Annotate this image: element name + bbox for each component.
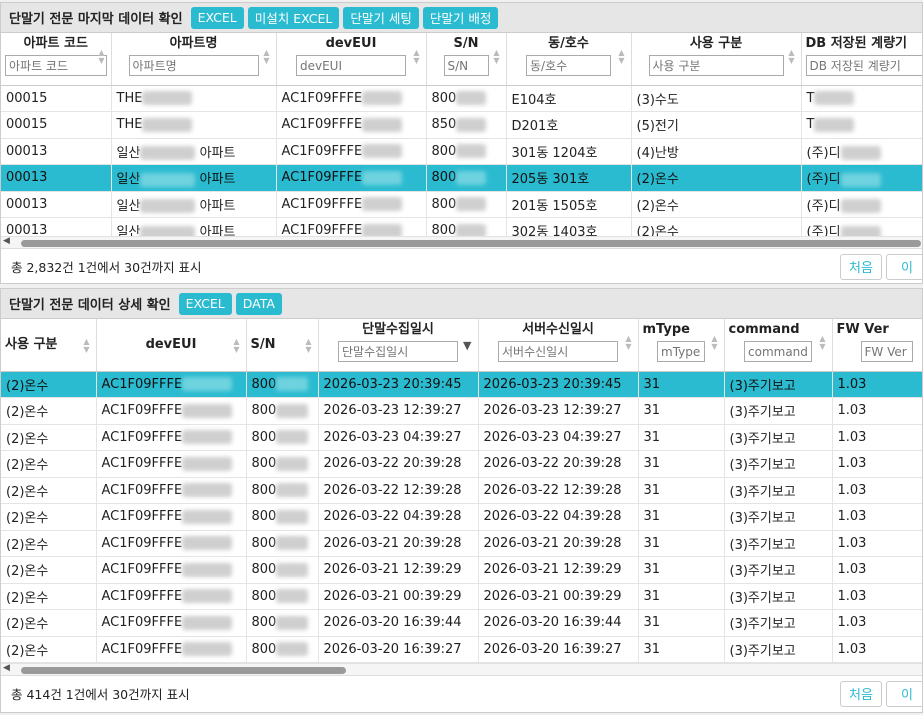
grid-footer: 총 2,832건 1건에서 30건까지 표시 처음 이 xyxy=(1,248,922,283)
table-row[interactable]: 00015 THE AC1F09FFFE 850 D201호 (5)전기 T xyxy=(1,111,922,139)
col-deveui[interactable]: devEUI▲▼ xyxy=(96,319,247,372)
record-count-text: 총 414건 1건에서 30건까지 표시 xyxy=(11,687,190,702)
table-row[interactable]: (2)온수 AC1F09FFFE 800 2026-03-22 04:39:28… xyxy=(1,503,922,531)
sort-arrows-icon[interactable]: ▲ ▼ xyxy=(618,49,624,65)
panel-title: 단말기 전문 마지막 데이터 확인 xyxy=(9,12,183,27)
sort-arrows-icon[interactable]: ▲ ▼ xyxy=(493,49,499,65)
table-row[interactable]: (2)온수 AC1F09FFFE 800 2026-03-22 20:39:28… xyxy=(1,450,922,478)
table-row[interactable]: 00013 일산 아파트 AC1F09FFFE 800 302동 1403호 (… xyxy=(1,217,922,236)
first-page-button[interactable]: 처음 xyxy=(840,680,882,707)
detail-data-panel-header: 단말기 전문 데이터 상세 확인 EXCEL DATA xyxy=(1,289,922,319)
col-usage-type[interactable]: 사용 구분▲▼ xyxy=(1,319,97,372)
table-row[interactable]: (2)온수 AC1F09FFFE 800 2026-03-23 12:39:27… xyxy=(1,397,922,425)
filter-apt-code[interactable] xyxy=(5,55,107,76)
detail-data-table: 사용 구분▲▼ devEUI▲▼ S/N▲▼ 단말수집일시▼ 서버수신일시▲▼ … xyxy=(1,319,922,663)
sort-arrows-icon[interactable]: ▲ ▼ xyxy=(788,49,794,65)
filter-deveui[interactable] xyxy=(296,55,406,76)
col-mtype[interactable]: mType▲▼ xyxy=(638,319,725,372)
pager: 처음 이 xyxy=(840,253,922,280)
table-row[interactable]: (2)온수 AC1F09FFFE 800 2026-03-22 12:39:28… xyxy=(1,477,922,504)
header-row: 아파트 코드▲▼ 아파트명▲▼ devEUI▲▼ S/N▲▼ 동/호수▲▼ 사용… xyxy=(1,33,922,86)
table-row[interactable]: 00015 THE AC1F09FFFE 800 E104호 (3)수도 T xyxy=(1,85,922,112)
filter-fw-ver[interactable] xyxy=(860,341,913,362)
table-row[interactable]: 00013 일산 아파트 AC1F09FFFE 800 301동 1204호 (… xyxy=(1,138,922,165)
filter-sn[interactable] xyxy=(443,55,489,76)
scrollbar-thumb[interactable] xyxy=(21,240,921,247)
last-data-panel-header: 단말기 전문 마지막 데이터 확인 EXCEL 미설치 EXCEL 단말기 세팅… xyxy=(1,3,922,33)
sort-arrows-icon[interactable]: ▲ ▼ xyxy=(98,49,104,65)
filter-usage-type[interactable] xyxy=(648,55,784,76)
last-data-panel: 단말기 전문 마지막 데이터 확인 EXCEL 미설치 EXCEL 단말기 세팅… xyxy=(0,2,923,284)
col-usage-type[interactable]: 사용 구분▲▼ xyxy=(631,33,802,86)
col-command[interactable]: command▲▼ xyxy=(724,319,833,372)
table-row[interactable]: (2)온수 AC1F09FFFE 800 2026-03-21 20:39:28… xyxy=(1,530,922,557)
excel-button[interactable]: EXCEL xyxy=(178,292,232,315)
horizontal-scrollbar[interactable]: ◀ xyxy=(1,663,922,675)
table-row[interactable]: (2)온수 AC1F09FFFE 800 2026-03-23 04:39:27… xyxy=(1,424,922,451)
sort-arrows-icon[interactable]: ▲ ▼ xyxy=(625,335,631,351)
filter-mtype[interactable] xyxy=(657,341,705,362)
col-apt-code[interactable]: 아파트 코드▲▼ xyxy=(1,33,112,86)
table-row[interactable]: (2)온수 AC1F09FFFE 800 2026-03-21 00:39:29… xyxy=(1,583,922,610)
uninstalled-excel-button[interactable]: 미설치 EXCEL xyxy=(247,6,340,29)
filter-server-time[interactable] xyxy=(498,341,618,362)
scrollbar-thumb[interactable] xyxy=(21,667,346,674)
col-dong-ho[interactable]: 동/호수▲▼ xyxy=(506,33,632,86)
sort-arrows-icon[interactable]: ▲ ▼ xyxy=(819,335,825,351)
col-sn[interactable]: S/N▲▼ xyxy=(426,33,507,86)
sort-arrows-icon[interactable]: ▲ ▼ xyxy=(711,335,717,351)
filter-apt-name[interactable] xyxy=(128,55,259,76)
col-server-time[interactable]: 서버수신일시▲▼ xyxy=(478,319,639,372)
scroll-left-arrow-icon[interactable]: ◀ xyxy=(3,663,10,673)
sort-desc-icon[interactable]: ▼ xyxy=(463,340,471,351)
terminal-assign-button[interactable]: 단말기 배정 xyxy=(422,6,499,29)
sort-arrows-icon[interactable]: ▲ ▼ xyxy=(413,49,419,65)
sort-arrows-icon[interactable]: ▲ ▼ xyxy=(263,49,269,65)
table-row[interactable]: (2)온수 AC1F09FFFE 800 2026-03-21 12:39:29… xyxy=(1,556,922,584)
terminal-setting-button[interactable]: 단말기 세팅 xyxy=(343,6,419,29)
col-db-meter[interactable]: DB 저장된 계량기 xyxy=(801,33,922,86)
prev-page-button[interactable]: 이 xyxy=(886,253,922,280)
col-deveui[interactable]: devEUI▲▼ xyxy=(276,33,427,86)
last-data-grid: 아파트 코드▲▼ 아파트명▲▼ devEUI▲▼ S/N▲▼ 동/호수▲▼ 사용… xyxy=(1,33,922,236)
table-row[interactable]: (2)온수 AC1F09FFFE 800 2026-03-20 16:39:44… xyxy=(1,609,922,637)
filter-dong-ho[interactable] xyxy=(526,55,611,76)
panel-title: 단말기 전문 데이터 상세 확인 xyxy=(9,298,171,313)
header-row: 사용 구분▲▼ devEUI▲▼ S/N▲▼ 단말수집일시▼ 서버수신일시▲▼ … xyxy=(1,319,922,372)
detail-data-grid: 사용 구분▲▼ devEUI▲▼ S/N▲▼ 단말수집일시▼ 서버수신일시▲▼ … xyxy=(1,319,922,663)
horizontal-scrollbar[interactable]: ◀ xyxy=(1,236,922,248)
col-apt-name[interactable]: 아파트명▲▼ xyxy=(111,33,277,86)
col-fw-ver[interactable]: FW Ver xyxy=(832,319,922,372)
col-terminal-time[interactable]: 단말수집일시▼ xyxy=(318,319,479,372)
scroll-left-arrow-icon[interactable]: ◀ xyxy=(3,236,10,246)
col-sn[interactable]: S/N▲▼ xyxy=(246,319,319,372)
table-row[interactable]: (2)온수 AC1F09FFFE 800 2026-03-20 16:39:27… xyxy=(1,636,922,663)
table-row-selected[interactable]: 00013 일산 아파트 AC1F09FFFE 800 205동 301호 (2… xyxy=(1,164,922,192)
prev-page-button[interactable]: 이 xyxy=(886,680,922,707)
filter-terminal-time[interactable] xyxy=(338,341,458,362)
filter-command[interactable] xyxy=(744,341,812,362)
filter-db-meter[interactable] xyxy=(805,55,922,76)
first-page-button[interactable]: 처음 xyxy=(840,253,882,280)
data-button[interactable]: DATA xyxy=(235,292,282,315)
excel-button[interactable]: EXCEL xyxy=(190,6,244,29)
pager: 처음 이 xyxy=(840,680,922,707)
grid-footer: 총 414건 1건에서 30건까지 표시 처음 이 xyxy=(1,675,922,711)
table-row-selected[interactable]: (2)온수 AC1F09FFFE 800 2026-03-23 20:39:45… xyxy=(1,371,922,398)
detail-data-panel: 단말기 전문 데이터 상세 확인 EXCEL DATA 사용 구분 ▲ ▼ devE… xyxy=(0,288,923,713)
record-count-text: 총 2,832건 1건에서 30건까지 표시 xyxy=(11,260,202,275)
sort-arrows-icon[interactable]: ▲ ▼ xyxy=(305,338,311,354)
last-data-table: 아파트 코드▲▼ 아파트명▲▼ devEUI▲▼ S/N▲▼ 동/호수▲▼ 사용… xyxy=(1,33,922,236)
sort-arrows-icon[interactable]: ▲ ▼ xyxy=(233,338,239,354)
table-row[interactable]: 00013 일산 아파트 AC1F09FFFE 800 201동 1505호 (… xyxy=(1,191,922,218)
sort-arrows-icon[interactable]: ▲ ▼ xyxy=(83,338,89,354)
